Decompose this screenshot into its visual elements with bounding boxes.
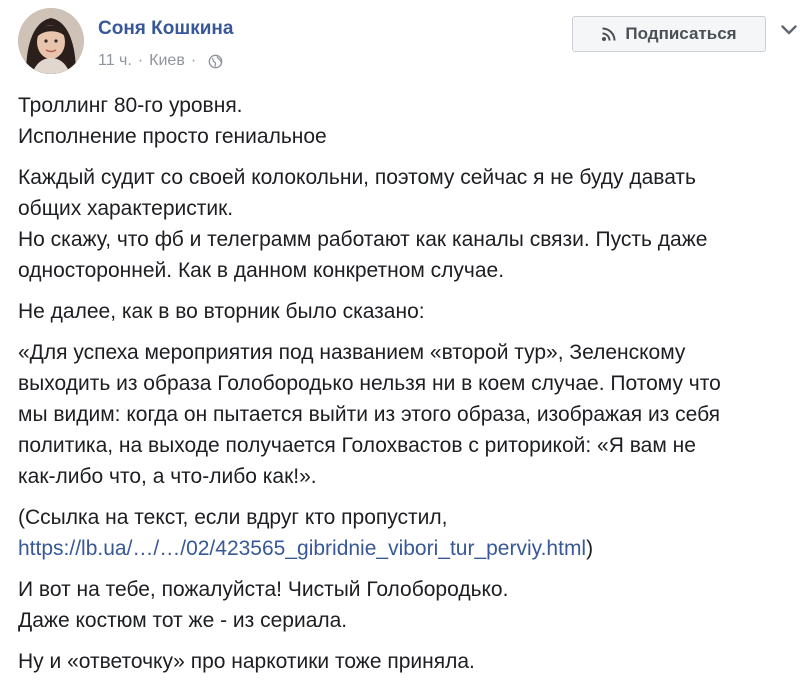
rss-icon: [601, 26, 617, 42]
post-text: Троллинг 80-го уровня. Исполнение просто…: [18, 90, 788, 687]
paragraph-2: Каждый судит со своей колокольни, поэтом…: [18, 162, 788, 286]
post-meta: 11 ч. · Киев ·: [98, 52, 223, 70]
avatar-image: [18, 8, 84, 74]
avatar[interactable]: [18, 8, 84, 74]
text-line: И вот на тебе, пожалуйста! Чистый Голобо…: [18, 578, 509, 601]
subscribe-button[interactable]: Подписаться: [572, 16, 766, 52]
post-location[interactable]: Киев: [149, 52, 185, 70]
text-line: как-либо что, а что-либо как!».: [18, 465, 317, 488]
paragraph-4-quote: «Для успеха мероприятия под названием «в…: [18, 337, 788, 492]
paragraph-5-link: (Ссылка на текст, если вдруг кто пропуст…: [18, 502, 788, 564]
subscribe-label: Подписаться: [625, 24, 737, 43]
text-line: https://lb.ua/…/…/02/423565_gibridnie_vi…: [18, 533, 788, 564]
globe-icon[interactable]: [208, 54, 223, 69]
facebook-post: Соня Кошкина 11 ч. · Киев · Подписаться …: [0, 0, 800, 673]
text-line: Не далее, как в во вторник было сказано:: [18, 300, 425, 323]
text-line: Ну и «ответочку» про наркотики тоже прин…: [18, 650, 475, 673]
text-line: мы видим: когда он пытается выйти из это…: [18, 403, 721, 426]
text-line: Даже костюм тот же - из сериала.: [18, 609, 348, 632]
text-line: выходить из образа Голобородько нельзя н…: [18, 372, 721, 395]
article-link[interactable]: https://lb.ua/…/…/02/423565_gibridnie_vi…: [18, 537, 586, 560]
text-line: Каждый судит со своей колокольни, поэтом…: [18, 166, 696, 189]
post-options-button[interactable]: [776, 18, 800, 44]
chevron-down-icon: [781, 22, 797, 40]
text-line: Троллинг 80-го уровня.: [18, 94, 243, 117]
paragraph-1: Троллинг 80-го уровня. Исполнение просто…: [18, 90, 788, 152]
text-line: Но скажу, что фб и телеграмм работают ка…: [18, 228, 708, 251]
post-time[interactable]: 11 ч.: [98, 52, 132, 70]
text-line: Исполнение просто гениальное: [18, 125, 327, 148]
text-line: (Ссылка на текст, если вдруг кто пропуст…: [18, 506, 448, 529]
paragraph-7: Ну и «ответочку» про наркотики тоже прин…: [18, 646, 788, 677]
author-name[interactable]: Соня Кошкина: [98, 18, 233, 40]
text-line: односторонней. Как в данном конкретном с…: [18, 259, 505, 282]
text-line: общих характеристик.: [18, 197, 234, 220]
paragraph-3: Не далее, как в во вторник было сказано:: [18, 296, 788, 327]
text-line: «Для успеха мероприятия под названием «в…: [18, 341, 686, 364]
text-line: политика, на выходе получается Голохваст…: [18, 434, 696, 457]
meta-separator: ·: [137, 52, 144, 69]
post-header: Соня Кошкина 11 ч. · Киев · Подписаться: [18, 8, 797, 78]
paragraph-6: И вот на тебе, пожалуйста! Чистый Голобо…: [18, 574, 788, 636]
closing-paren: ): [586, 537, 594, 560]
meta-separator-2: ·: [190, 52, 197, 69]
